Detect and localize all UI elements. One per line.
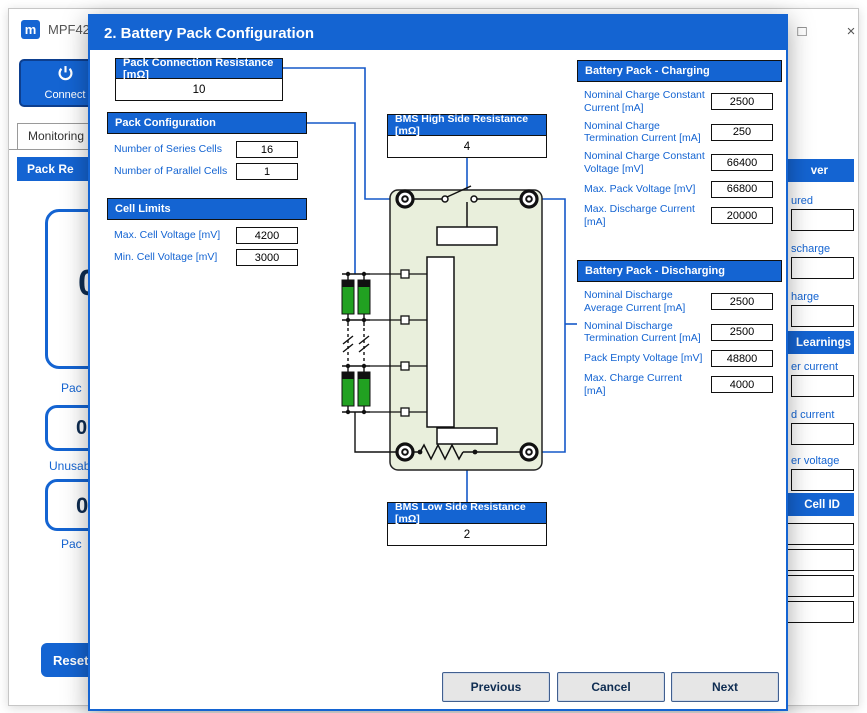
- max-charge-current-label: Max. Charge Current [mA]: [584, 372, 711, 398]
- form-row: Nominal Charge Constant Current [mA]: [584, 89, 773, 115]
- gauge-caption-1: Pac: [61, 381, 82, 395]
- gauge-value-3: 0: [76, 493, 88, 519]
- discharge-label: scharge: [791, 243, 830, 255]
- battery-cells-icon: [342, 272, 396, 452]
- pack-configuration-panel: Pack Configuration Number of Series Cell…: [107, 112, 307, 180]
- measured-label: ured: [791, 195, 813, 207]
- form-row: Number of Series Cells: [114, 141, 298, 158]
- dialog-title: 2. Battery Pack Configuration: [90, 16, 786, 50]
- pack-empty-voltage-input[interactable]: [711, 350, 773, 367]
- previous-button[interactable]: Previous: [442, 672, 550, 702]
- nominal-charge-termination-current-label: Nominal Charge Termination Current [mA]: [584, 120, 711, 146]
- nominal-charge-termination-current-input[interactable]: [711, 124, 773, 141]
- form-row: Max. Pack Voltage [mV]: [584, 181, 773, 198]
- parallel-cells-input[interactable]: [236, 163, 298, 180]
- nominal-charge-constant-voltage-input[interactable]: [711, 154, 773, 171]
- max-cell-voltage-label: Max. Cell Voltage [mV]: [114, 229, 236, 242]
- nominal-discharge-average-current-input[interactable]: [711, 293, 773, 310]
- form-row: Max. Discharge Current [mA]: [584, 203, 773, 229]
- next-button[interactable]: Next: [671, 672, 779, 702]
- form-row: Pack Empty Voltage [mV]: [584, 350, 773, 367]
- series-cells-label: Number of Series Cells: [114, 143, 236, 156]
- gauge-caption-3: Pac: [61, 537, 82, 551]
- discharging-panel: Battery Pack - Discharging Nominal Disch…: [577, 260, 782, 398]
- desktop: m MPF4279 □ × Connect Monitoring Pack Re…: [0, 0, 867, 713]
- power-icon: [57, 65, 74, 87]
- pack-empty-voltage-label: Pack Empty Voltage [mV]: [584, 352, 711, 365]
- cell-limits-panel: Cell Limits Max. Cell Voltage [mV] Min. …: [107, 198, 307, 266]
- bms-high-side-group: BMS High Side Resistance [mΩ]: [387, 114, 547, 158]
- close-button[interactable]: ×: [837, 19, 865, 43]
- er-voltage-field[interactable]: [791, 469, 854, 491]
- gauge-caption-2: Unusabl: [49, 459, 93, 473]
- charge-field[interactable]: [791, 305, 854, 327]
- dialog-content: Pack Connection Resistance [mΩ] Pack Con…: [90, 50, 786, 709]
- min-cell-voltage-label: Min. Cell Voltage [mV]: [114, 251, 236, 264]
- nominal-discharge-average-current-label: Nominal Discharge Average Current [mA]: [584, 289, 711, 315]
- pack-connection-resistance-group: Pack Connection Resistance [mΩ]: [115, 58, 283, 101]
- d-current-label: d current: [791, 409, 834, 421]
- form-row: Nominal Charge Constant Voltage [mV]: [584, 150, 773, 176]
- discharging-panel-header: Battery Pack - Discharging: [577, 260, 782, 282]
- parallel-cells-label: Number of Parallel Cells: [114, 165, 236, 178]
- discharge-field[interactable]: [791, 257, 854, 279]
- form-row: Nominal Charge Termination Current [mA]: [584, 120, 773, 146]
- battery-pack-configuration-dialog: 2. Battery Pack Configuration: [88, 14, 788, 711]
- fuse-icon: [437, 227, 497, 245]
- nominal-charge-constant-voltage-label: Nominal Charge Constant Voltage [mV]: [584, 150, 711, 176]
- bms-high-side-resistance-input[interactable]: [387, 136, 547, 158]
- form-row: Max. Cell Voltage [mV]: [114, 227, 298, 244]
- form-row: Number of Parallel Cells: [114, 163, 298, 180]
- max-pack-voltage-input[interactable]: [711, 181, 773, 198]
- nominal-discharge-termination-current-label: Nominal Discharge Termination Current [m…: [584, 320, 711, 346]
- er-current-field[interactable]: [791, 375, 854, 397]
- form-row: Max. Charge Current [mA]: [584, 372, 773, 398]
- tabstrip-divider: [9, 149, 91, 150]
- form-row: Nominal Discharge Average Current [mA]: [584, 289, 773, 315]
- nominal-discharge-termination-current-input[interactable]: [711, 324, 773, 341]
- pack-connection-resistance-label: Pack Connection Resistance [mΩ]: [115, 58, 283, 79]
- pack-connection-resistance-input[interactable]: [115, 79, 283, 101]
- d-current-field[interactable]: [791, 423, 854, 445]
- measured-field[interactable]: [791, 209, 854, 231]
- cancel-button[interactable]: Cancel: [557, 672, 665, 702]
- form-row: Nominal Discharge Termination Current [m…: [584, 320, 773, 346]
- tab-monitoring[interactable]: Monitoring: [17, 123, 95, 149]
- er-current-label: er current: [791, 361, 838, 373]
- bms-ic: [427, 257, 454, 427]
- form-row: Min. Cell Voltage [mV]: [114, 249, 298, 266]
- max-charge-current-input[interactable]: [711, 376, 773, 393]
- max-discharge-current-label: Max. Discharge Current [mA]: [584, 203, 711, 229]
- maximize-button[interactable]: □: [788, 19, 816, 43]
- gauge-value-2: 0: [76, 417, 87, 440]
- connect-button-label: Connect: [45, 89, 86, 101]
- charge-label: harge: [791, 291, 819, 303]
- charging-panel-header: Battery Pack - Charging: [577, 60, 782, 82]
- charging-panel: Battery Pack - Charging Nominal Charge C…: [577, 60, 782, 228]
- bms-low-side-label: BMS Low Side Resistance [mΩ]: [387, 502, 547, 524]
- max-discharge-current-input[interactable]: [711, 207, 773, 224]
- series-cells-input[interactable]: [236, 141, 298, 158]
- min-cell-voltage-input[interactable]: [236, 249, 298, 266]
- max-pack-voltage-label: Max. Pack Voltage [mV]: [584, 183, 711, 196]
- nominal-charge-constant-current-input[interactable]: [711, 93, 773, 110]
- bms-high-side-label: BMS High Side Resistance [mΩ]: [387, 114, 547, 136]
- bms-low-side-resistance-input[interactable]: [387, 524, 547, 546]
- pack-configuration-header: Pack Configuration: [107, 112, 307, 134]
- er-voltage-label: er voltage: [791, 455, 839, 467]
- nominal-charge-constant-current-label: Nominal Charge Constant Current [mA]: [584, 89, 711, 115]
- bms-low-side-group: BMS Low Side Resistance [mΩ]: [387, 502, 547, 546]
- cell-limits-header: Cell Limits: [107, 198, 307, 220]
- max-cell-voltage-input[interactable]: [236, 227, 298, 244]
- app-logo-icon: m: [21, 20, 40, 39]
